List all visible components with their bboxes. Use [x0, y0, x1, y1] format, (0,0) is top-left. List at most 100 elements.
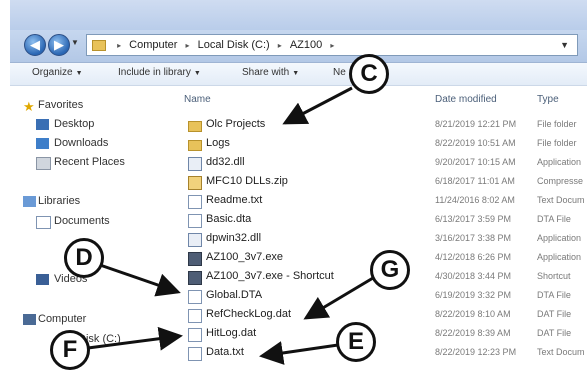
file-name: Logs	[206, 137, 230, 149]
breadcrumb-local-disk[interactable]: Local Disk (C:)	[198, 39, 270, 51]
file-date: 8/22/2019 8:10 AM	[435, 309, 511, 319]
file-type: DTA File	[537, 290, 571, 300]
file-icon	[188, 309, 202, 323]
chevron-down-icon: ▼	[292, 70, 300, 77]
dll-icon	[188, 157, 202, 171]
nav-recent-places[interactable]: Recent Places	[54, 156, 125, 168]
file-row[interactable]: MFC10 DLLs.zip 6/18/2017 11:01 AM Compress…	[170, 173, 587, 192]
recent-pages-dropdown-icon[interactable]: ▼	[71, 38, 79, 47]
address-dropdown-icon[interactable]: ▼	[560, 35, 569, 55]
text-file-icon	[188, 347, 202, 361]
nav-desktop[interactable]: Desktop	[54, 118, 94, 130]
callout-c: C	[349, 54, 389, 94]
file-row[interactable]: Logs 8/22/2019 10:51 AM File folder	[170, 135, 587, 154]
file-name: Basic.dta	[206, 213, 252, 225]
nav-favorites[interactable]: Favorites	[38, 99, 83, 111]
nav-computer[interactable]: Computer	[38, 313, 86, 325]
command-bar: Organize ▼ Include in library ▼ Share with…	[10, 63, 587, 86]
callout-e: E	[336, 322, 376, 362]
breadcrumb-az100[interactable]: AZ100	[290, 39, 322, 51]
breadcrumb-separator: ▸	[277, 41, 282, 50]
share-label: Share with	[242, 67, 290, 78]
share-with-button[interactable]: Share with ▼	[242, 67, 299, 78]
file-date: 8/22/2019 8:39 AM	[435, 328, 511, 338]
breadcrumb-separator: ▸	[185, 41, 190, 50]
breadcrumb-computer[interactable]: Computer	[129, 39, 177, 51]
recent-places-icon	[36, 157, 51, 170]
file-date: 9/20/2017 10:15 AM	[435, 157, 516, 167]
exe-icon	[188, 252, 202, 266]
file-type: Application	[537, 157, 582, 167]
new-folder-button[interactable]: Ne	[333, 67, 346, 78]
explorer-window: ◀ ▶ ▼ ▸ Computer ▸ Local Disk (C:) ▸ AZ1…	[10, 0, 587, 373]
zip-icon	[188, 176, 202, 190]
file-row[interactable]: Basic.dta 6/13/2017 3:59 PM DTA File	[170, 211, 587, 230]
file-date: 11/24/2016 8:02 AM	[435, 195, 515, 205]
organize-button[interactable]: Organize ▼	[32, 67, 83, 78]
callout-d: D	[64, 238, 104, 278]
file-row[interactable]: HitLog.dat 8/22/2019 8:39 AM DAT File	[170, 325, 587, 344]
file-name: Data.txt	[206, 346, 244, 358]
dll-icon	[188, 233, 202, 247]
downloads-icon	[36, 138, 49, 149]
file-row[interactable]: dd32.dll 9/20/2017 10:15 AM Application	[170, 154, 587, 173]
file-row[interactable]: Olc Projects 8/21/2019 12:21 PM File folde…	[170, 116, 587, 135]
file-type: DAT File	[537, 328, 572, 338]
file-type: File folder	[537, 138, 577, 148]
file-date: 4/30/2018 3:44 PM	[435, 271, 512, 281]
file-date: 8/21/2019 12:21 PM	[435, 119, 517, 129]
file-row[interactable]: Readme.txt 11/24/2016 8:02 AM Text Docum	[170, 192, 587, 211]
include-in-library-button[interactable]: Include in library ▼	[118, 67, 201, 78]
nav-documents[interactable]: Documents	[54, 215, 110, 227]
computer-icon	[23, 314, 36, 325]
back-button[interactable]: ◀	[24, 34, 46, 56]
text-file-icon	[188, 195, 202, 209]
callout-f: F	[50, 330, 90, 370]
file-name: AZ100_3v7.exe - Shortcut	[206, 270, 334, 282]
chevron-down-icon: ▼	[75, 70, 83, 77]
file-date: 6/19/2019 3:32 PM	[435, 290, 512, 300]
desktop-icon	[36, 119, 49, 130]
nav-downloads[interactable]: Downloads	[54, 137, 108, 149]
file-type: Text Docum	[537, 347, 585, 357]
file-type: Text Docum	[537, 195, 585, 205]
file-row[interactable]: RefCheckLog.dat 8/22/2019 8:10 AM DAT File	[170, 306, 587, 325]
file-list: Name Date modified Type Olc Projects 8/21…	[170, 86, 587, 373]
file-name: Global.DTA	[206, 289, 263, 301]
column-header-type[interactable]: Type	[537, 94, 559, 105]
include-label: Include in library	[118, 67, 191, 78]
file-date: 8/22/2019 10:51 AM	[435, 138, 516, 148]
nav-libraries[interactable]: Libraries	[38, 195, 80, 207]
file-name: MFC10 DLLs.zip	[206, 175, 288, 187]
column-header-name[interactable]: Name	[184, 94, 211, 105]
folder-icon	[188, 140, 202, 151]
file-type: Shortcut	[537, 271, 571, 281]
file-row[interactable]: Global.DTA 6/19/2019 3:32 PM DTA File	[170, 287, 587, 306]
column-header-date[interactable]: Date modified	[435, 94, 497, 105]
file-date: 8/22/2019 12:23 PM	[435, 347, 517, 357]
chevron-down-icon: ▼	[193, 70, 201, 77]
file-type: Application	[537, 233, 582, 243]
forward-button[interactable]: ▶	[48, 34, 70, 56]
folder-icon	[188, 121, 202, 132]
documents-icon	[36, 216, 51, 229]
file-row[interactable]: dpwin32.dll 3/16/2017 3:38 PM Application	[170, 230, 587, 249]
file-name: HitLog.dat	[206, 327, 257, 339]
folder-icon	[92, 39, 106, 51]
organize-label: Organize	[32, 67, 73, 78]
file-name: AZ100_3v7.exe	[206, 251, 284, 263]
address-bar[interactable]: ▸ Computer ▸ Local Disk (C:) ▸ AZ100 ▸ ▼	[86, 34, 578, 56]
file-name: dpwin32.dll	[206, 232, 262, 244]
file-type: DAT File	[537, 309, 572, 319]
videos-icon	[36, 274, 49, 285]
shortcut-icon	[188, 271, 202, 285]
file-type: Compresse	[537, 176, 584, 186]
file-name: Olc Projects	[206, 118, 266, 130]
file-name: dd32.dll	[206, 156, 245, 168]
callout-g: G	[370, 250, 410, 290]
file-row[interactable]: Data.txt 8/22/2019 12:23 PM Text Docum	[170, 344, 587, 363]
star-icon: ★	[23, 99, 35, 114]
title-bar	[10, 0, 587, 30]
file-name: RefCheckLog.dat	[206, 308, 291, 320]
file-name: Readme.txt	[206, 194, 263, 206]
